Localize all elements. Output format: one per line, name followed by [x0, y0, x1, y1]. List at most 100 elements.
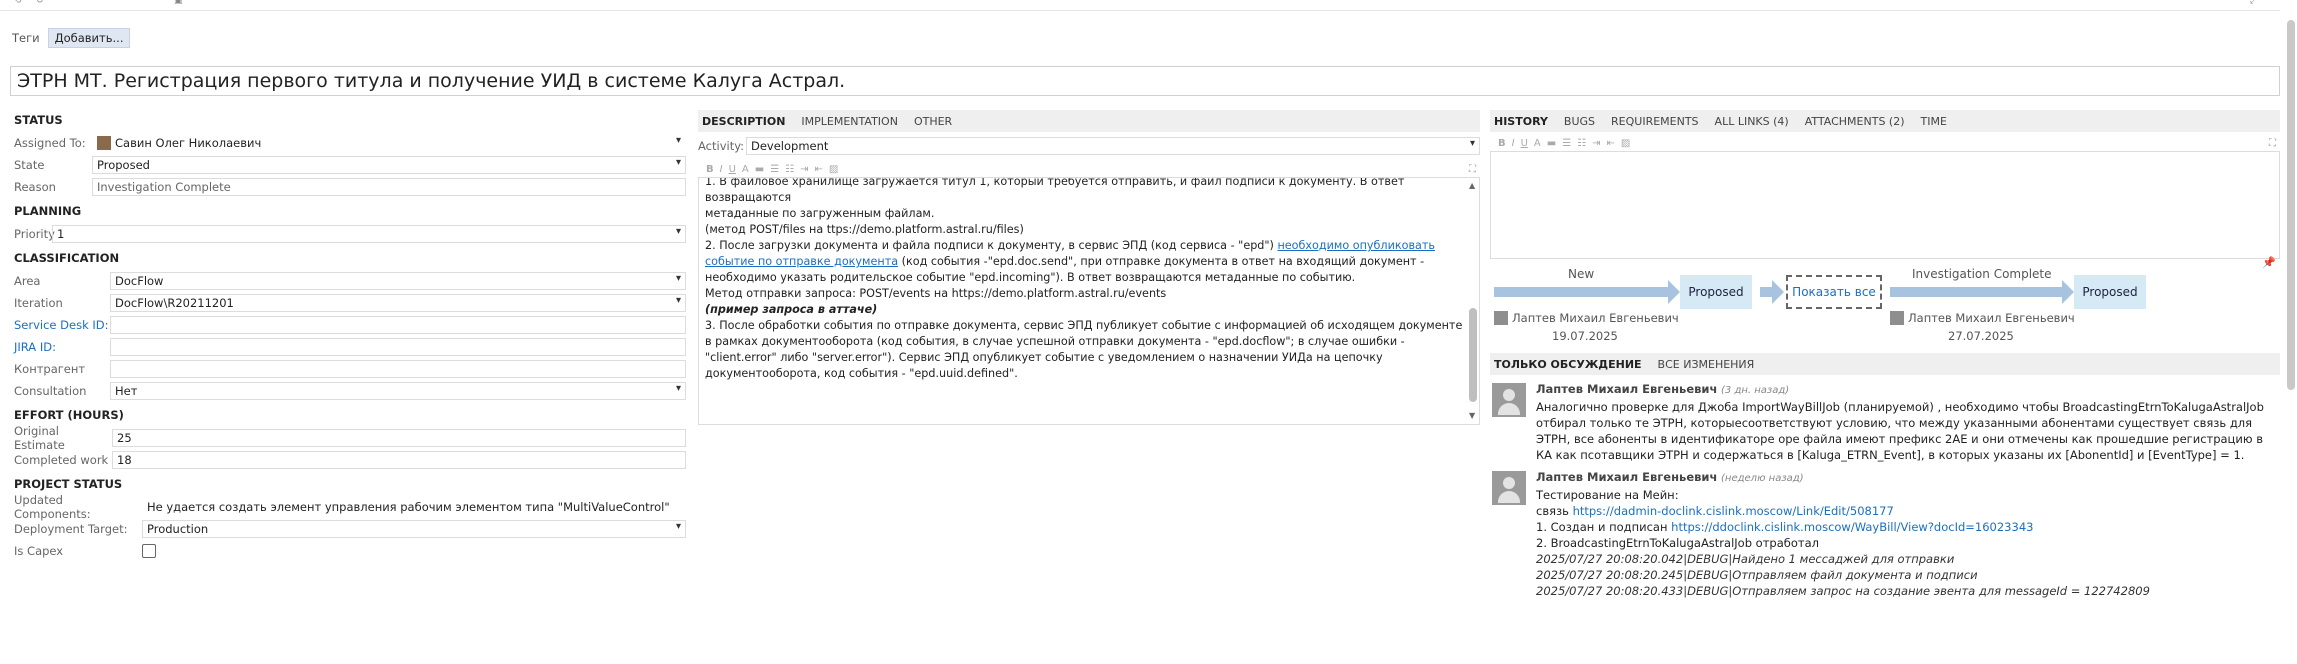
- service-desk-input[interactable]: [110, 316, 686, 334]
- indent-icon[interactable]: ⇥: [800, 164, 808, 175]
- tab-all-links[interactable]: ALL LINKS (4): [1715, 115, 1789, 128]
- dadmin-link[interactable]: https://dadmin-doclink.cislink.moscow/Li…: [1573, 504, 1894, 518]
- comment-2-line-2-pre: связь: [1536, 504, 1573, 518]
- tab-other[interactable]: OTHER: [914, 115, 952, 128]
- assigned-to-select[interactable]: Савин Олег Николаевич: [92, 134, 686, 152]
- expand-editor-icon[interactable]: ⛶: [1469, 164, 1476, 175]
- work-item-title[interactable]: ЭТРН МТ. Регистрация первого титула и по…: [10, 66, 2280, 96]
- deployment-target-select[interactable]: Production: [142, 520, 686, 538]
- outdent-icon[interactable]: ⇤: [1607, 138, 1615, 149]
- underline-icon[interactable]: U: [1521, 138, 1528, 149]
- scroll-down-icon[interactable]: ▼: [1469, 408, 1475, 424]
- scroll-up-icon[interactable]: ▲: [1469, 178, 1475, 194]
- activity-label: Activity:: [698, 139, 745, 153]
- history-comment-editor[interactable]: [1490, 151, 2280, 259]
- desc-line-2: метаданные по загруженным файлам.: [705, 207, 935, 220]
- priority-select[interactable]: 1: [52, 225, 686, 243]
- page-scrollbar[interactable]: [2285, 20, 2297, 390]
- transition-arrow: [1760, 280, 1784, 304]
- history-toolbar: B I U A ▬ ☰ ☷ ⇥ ⇤ ▨ ⛶: [1490, 135, 2280, 151]
- expand-icon[interactable]: ⤢: [2250, 0, 2260, 6]
- kontragent-input[interactable]: [110, 360, 686, 378]
- activity-select[interactable]: Development: [746, 137, 1480, 155]
- tab-history[interactable]: HISTORY: [1494, 115, 1548, 128]
- user-avatar-icon: [1492, 471, 1526, 505]
- refresh-icon[interactable]: ↻: [36, 0, 46, 6]
- original-estimate-row: Original Estimate 25: [14, 424, 686, 452]
- tab-discussion-only[interactable]: ТОЛЬКО ОБСУЖДЕНИЕ: [1494, 358, 1642, 371]
- highlight-icon[interactable]: ▬: [755, 164, 764, 175]
- description-editor[interactable]: 1. В файловое хранилище загружается титу…: [698, 177, 1480, 425]
- tab-all-changes[interactable]: ВСЕ ИЗМЕНЕНИЯ: [1658, 358, 1755, 371]
- save-icon[interactable]: ▣: [174, 0, 184, 6]
- service-desk-label[interactable]: Service Desk ID:: [14, 318, 110, 332]
- tab-description[interactable]: DESCRIPTION: [702, 115, 785, 128]
- area-value: DocFlow: [115, 274, 164, 288]
- iteration-select[interactable]: DocFlow\R20211201: [110, 294, 686, 312]
- desc-line-3: (метод POST/files на ttps://demo.platfor…: [705, 223, 1024, 236]
- original-estimate-input[interactable]: 25: [112, 429, 686, 447]
- jira-input[interactable]: [110, 338, 686, 356]
- bold-icon[interactable]: B: [706, 164, 714, 175]
- area-select[interactable]: DocFlow: [110, 272, 686, 290]
- comment-1: Лаптев Михаил Евгеньевич (3 дн. назад) А…: [1490, 381, 2280, 463]
- desc-line-1: 1. В файловое хранилище загружается титу…: [705, 177, 1405, 204]
- italic-icon[interactable]: I: [720, 164, 723, 175]
- waybill-link[interactable]: https://ddoclink.cislink.moscow/WayBill/…: [1671, 520, 2033, 534]
- activity-value: Development: [751, 139, 829, 153]
- comment-author: Лаптев Михаил Евгеньевич: [1536, 382, 1718, 396]
- italic-icon[interactable]: I: [1512, 138, 1515, 149]
- tab-requirements[interactable]: REQUIREMENTS: [1611, 115, 1699, 128]
- assigned-to-row: Assigned To: Савин Олег Николаевич: [14, 132, 686, 154]
- assigned-to-label: Assigned To:: [14, 136, 86, 150]
- original-estimate-value: 25: [117, 431, 132, 445]
- image-icon[interactable]: ▨: [1621, 138, 1630, 149]
- numbered-list-icon[interactable]: ☷: [785, 164, 794, 175]
- project-status-header: PROJECT STATUS: [14, 477, 123, 491]
- outdent-icon[interactable]: ⇤: [815, 164, 823, 175]
- history-user-2-name: Лаптев Михаил Евгеньевич: [1908, 311, 2075, 325]
- user-avatar: [97, 136, 111, 150]
- is-capex-checkbox[interactable]: [142, 544, 156, 558]
- font-color-icon[interactable]: A: [742, 164, 749, 175]
- page-scrollbar-thumb[interactable]: [2287, 20, 2295, 390]
- image-icon[interactable]: ▨: [829, 164, 838, 175]
- description-scrollbar[interactable]: ▲ ▼: [1469, 180, 1477, 422]
- fields-panel: STATUS Assigned To: Савин Олег Николаеви…: [14, 110, 686, 562]
- add-tag-button[interactable]: Добавить...: [47, 28, 131, 48]
- font-color-icon[interactable]: A: [1534, 138, 1541, 149]
- state-select[interactable]: Proposed: [92, 156, 686, 174]
- jira-label[interactable]: JIRA ID:: [14, 340, 110, 354]
- consultation-value: Нет: [115, 384, 138, 398]
- bold-icon[interactable]: B: [1498, 138, 1506, 149]
- bullet-list-icon[interactable]: ☰: [1562, 138, 1571, 149]
- classification-header: CLASSIFICATION: [14, 251, 120, 265]
- rich-text-toolbar: B I U A ▬ ☰ ☷ ⇥ ⇤ ▨ ⛶: [698, 161, 1480, 177]
- completed-work-input[interactable]: 18: [112, 451, 686, 469]
- pin-icon[interactable]: 📌: [2262, 256, 2276, 269]
- comment-2-line-4: 2. BroadcastingEtrnToKalugaAstralJob отр…: [1536, 536, 1819, 550]
- deployment-target-value: Production: [147, 522, 209, 536]
- comment-2-log-3: 2025/07/27 20:08:20.433|DEBUG|Отправляем…: [1536, 584, 2150, 598]
- tab-bugs[interactable]: BUGS: [1564, 115, 1595, 128]
- comment-2-log-1: 2025/07/27 20:08:20.042|DEBUG|Найдено 1 …: [1536, 552, 1955, 566]
- tab-time[interactable]: TIME: [1921, 115, 1947, 128]
- tab-attachments[interactable]: ATTACHMENTS (2): [1805, 115, 1905, 128]
- completed-work-value: 18: [117, 453, 132, 467]
- undo-icon[interactable]: ⟲: [14, 0, 24, 6]
- scrollbar-thumb[interactable]: [1469, 308, 1477, 402]
- desc-line-6: (пример запроса в аттаче): [705, 303, 878, 316]
- indent-icon[interactable]: ⇥: [1592, 138, 1600, 149]
- state-flow: 📌 New Proposed Показать все Investigatio…: [1490, 256, 2280, 345]
- consultation-select[interactable]: Нет: [110, 382, 686, 400]
- tab-implementation[interactable]: IMPLEMENTATION: [801, 115, 898, 128]
- bullet-list-icon[interactable]: ☰: [770, 164, 779, 175]
- underline-icon[interactable]: U: [729, 164, 736, 175]
- show-all-button[interactable]: Показать все: [1786, 275, 1882, 309]
- numbered-list-icon[interactable]: ☷: [1577, 138, 1586, 149]
- highlight-icon[interactable]: ▬: [1547, 138, 1556, 149]
- kontragent-label: Контрагент: [14, 362, 86, 376]
- desc-line-5: Метод отправки запроса: POST/events на h…: [705, 287, 1167, 300]
- is-capex-row: Is Capex: [14, 540, 686, 562]
- expand-editor-icon[interactable]: ⛶: [2269, 138, 2276, 149]
